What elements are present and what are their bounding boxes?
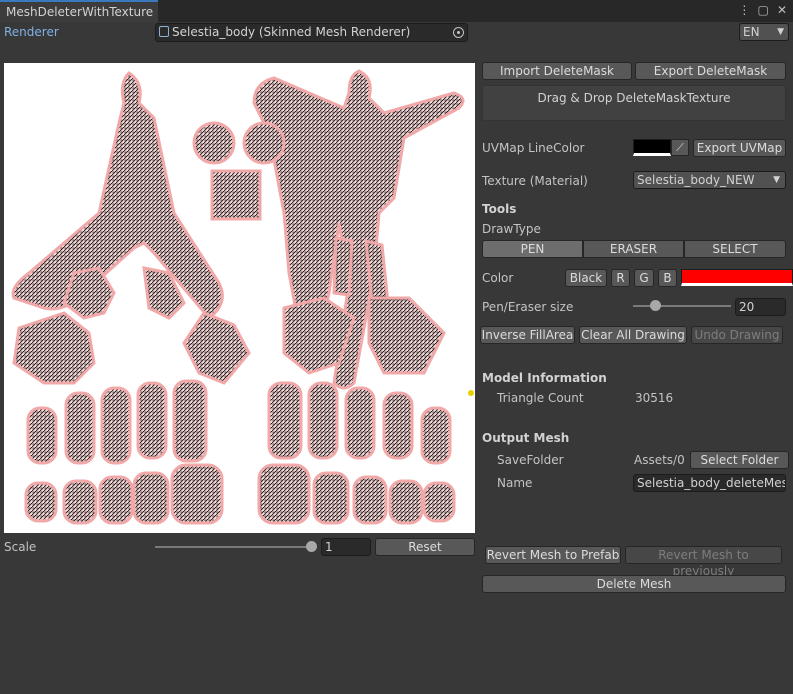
drop-zone[interactable]: Drag & Drop DeleteMaskTexture [482,85,786,121]
triangle-count-label: Triangle Count [497,391,584,405]
drawtype-pen-button[interactable]: PEN [482,240,583,258]
tab-bar: MeshDeleterWithTexture ⋮ ▢ ✕ [0,0,793,22]
revert-mesh-prefab-button[interactable]: Revert Mesh to Prefab [485,546,621,564]
revert-mesh-previous-button[interactable]: Revert Mesh to previously [625,546,782,578]
output-mesh-heading: Output Mesh [482,431,570,445]
inverse-fillarea-button[interactable]: Inverse FillArea [480,326,575,344]
texture-material-label: Texture (Material) [482,174,588,188]
scale-label: Scale [4,540,37,554]
size-input[interactable]: 20 [735,298,786,316]
save-folder-label: SaveFolder [497,453,564,467]
eyedropper-icon[interactable]: ⟋ [671,139,689,156]
renderer-field[interactable]: Selestia_body (Skinned Mesh Renderer) [155,23,468,42]
uvmap-color-label: UVMap LineColor [482,141,585,155]
language-select[interactable]: EN ▼ [739,23,789,41]
triangle-count-value: 30516 [635,391,674,405]
language-value: EN [743,25,760,39]
renderer-value: Selestia_body (Skinned Mesh Renderer) [172,25,411,39]
pen-color-swatch[interactable] [681,269,793,286]
model-info-heading: Model Information [482,371,607,385]
drawtype-eraser-button[interactable]: ERASER [583,240,684,258]
size-slider-thumb[interactable] [650,300,661,311]
window-controls: ⋮ ▢ ✕ [736,3,789,17]
drawtype-label: DrawType [482,222,541,236]
select-folder-button[interactable]: Select Folder [690,451,789,469]
chevron-down-icon: ▼ [773,175,780,185]
uv-map-image [11,69,465,525]
color-g-button[interactable]: G [634,269,654,287]
texture-material-select[interactable]: Selestia_body_NEW ▼ [633,171,786,189]
texture-scroll-marker [468,390,474,396]
chevron-down-icon: ▼ [777,27,784,37]
save-folder-value: Assets/0 [634,453,685,467]
scale-input[interactable]: 1 [321,538,371,556]
delete-mesh-button[interactable]: Delete Mesh [482,575,786,593]
import-deletemask-button[interactable]: Import DeleteMask [482,62,632,80]
tools-heading: Tools [482,202,517,216]
uv-texture-canvas[interactable] [4,63,475,533]
color-label: Color [482,271,514,285]
drawtype-select-button[interactable]: SELECT [684,240,786,258]
drop-zone-label: Drag & Drop DeleteMaskTexture [537,91,731,105]
object-picker-icon[interactable] [453,27,464,38]
undo-drawing-button[interactable]: Undo Drawing [691,326,783,344]
mesh-name-input[interactable]: Selestia_body_deleteMesh [633,474,786,492]
color-black-button[interactable]: Black [565,269,607,287]
uvmap-color-swatch[interactable] [633,139,671,156]
export-uvmap-button[interactable]: Export UVMap [693,139,786,157]
export-deletemask-button[interactable]: Export DeleteMask [635,62,786,80]
maximize-icon[interactable]: ▢ [756,3,770,17]
reset-scale-button[interactable]: Reset [375,538,475,556]
renderer-label: Renderer [4,25,59,39]
clear-all-drawing-button[interactable]: Clear All Drawing [579,326,687,344]
size-label: Pen/Eraser size [482,300,574,314]
color-r-button[interactable]: R [611,269,630,287]
close-icon[interactable]: ✕ [775,3,789,17]
scale-slider-track[interactable] [155,546,313,548]
kebab-menu-icon[interactable]: ⋮ [737,3,751,17]
window-tab[interactable]: MeshDeleterWithTexture [0,0,158,22]
skinned-mesh-icon [159,26,169,37]
name-label: Name [497,476,533,490]
size-slider-track[interactable] [633,305,731,307]
scale-slider-thumb[interactable] [306,541,317,552]
color-b-button[interactable]: B [658,269,677,287]
texture-material-value: Selestia_body_NEW [637,173,755,187]
